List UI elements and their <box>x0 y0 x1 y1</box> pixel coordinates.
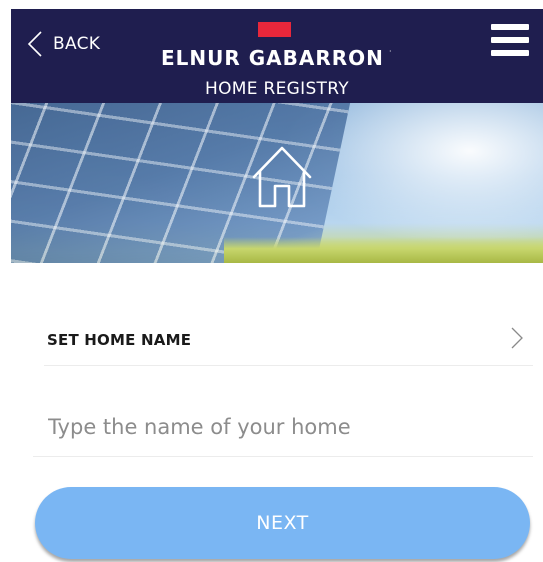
home-name-input[interactable] <box>33 397 533 457</box>
back-label: BACK <box>53 34 101 54</box>
brand-logo-mark: · <box>389 47 392 56</box>
chevron-left-icon <box>27 30 43 58</box>
brand-logo-accent <box>258 22 291 37</box>
hero-grass <box>223 237 543 263</box>
app-header: BACK ELNUR GABARRON · HOME REGISTRY <box>11 9 543 103</box>
brand-logo: ELNUR GABARRON <box>161 46 384 70</box>
hamburger-menu-icon[interactable] <box>491 24 529 57</box>
set-home-name-label: SET HOME NAME <box>47 331 192 349</box>
set-home-name-row[interactable]: SET HOME NAME <box>44 321 533 366</box>
hero-banner <box>11 103 543 263</box>
page-title: HOME REGISTRY <box>205 79 349 99</box>
chevron-right-icon <box>511 327 523 353</box>
next-button[interactable]: NEXT <box>35 487 530 559</box>
back-button[interactable]: BACK <box>27 29 100 59</box>
home-icon <box>251 144 313 214</box>
home-registry-screen: BACK ELNUR GABARRON · HOME REGISTRY SET … <box>0 0 543 562</box>
